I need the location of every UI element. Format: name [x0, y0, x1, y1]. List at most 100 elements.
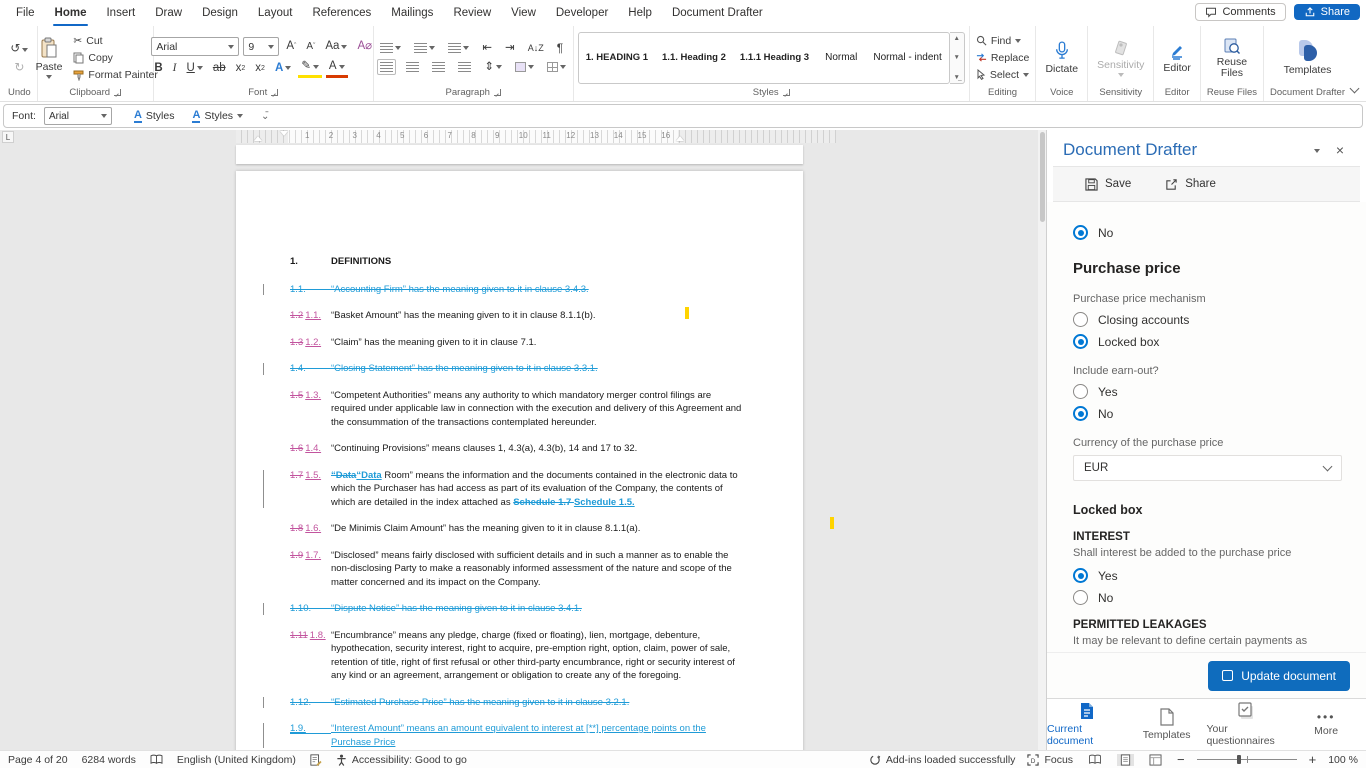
pane-menu-button[interactable] [1306, 144, 1328, 156]
decrease-indent-button[interactable]: ⇤ [479, 40, 495, 57]
track-changes-icon[interactable] [310, 753, 322, 766]
zoom-slider[interactable] [1196, 755, 1297, 764]
paste-button[interactable]: Paste [31, 35, 68, 81]
share-button[interactable]: Share [1293, 4, 1360, 20]
hanging-indent-marker[interactable] [254, 136, 262, 141]
ribbon-tab-references[interactable]: References [302, 0, 381, 26]
style-item-1-1-1-heading-3[interactable]: 1.1.1 Heading 3 [733, 52, 816, 63]
ribbon-tab-design[interactable]: Design [192, 0, 248, 26]
ribbon-tab-review[interactable]: Review [443, 0, 501, 26]
styles-dialog-launcher[interactable] [782, 89, 790, 96]
style-item-normal-indent[interactable]: Normal - indent [866, 52, 948, 63]
ribbon-tab-help[interactable]: Help [618, 0, 662, 26]
clear-formatting-button[interactable]: A⌀ [354, 38, 375, 55]
tab-current-document[interactable]: Current document [1047, 702, 1127, 747]
page-indicator[interactable]: Page 4 of 20 [8, 754, 68, 766]
print-layout-button[interactable] [1117, 753, 1135, 766]
quickbar-styles-dropdown[interactable]: A Styles [192, 109, 244, 123]
redo-icon[interactable]: ↻ [14, 60, 24, 74]
ribbon-tab-file[interactable]: File [6, 0, 45, 26]
align-center-button[interactable] [403, 62, 422, 72]
accessibility-status[interactable]: Accessibility: Good to go [336, 754, 467, 766]
radio-closing-accounts[interactable]: Closing accounts [1073, 312, 1342, 327]
pane-save-button[interactable]: Save [1085, 177, 1131, 191]
tab-your-questionnaires[interactable]: Your questionnaires [1207, 702, 1287, 747]
web-layout-button[interactable] [1146, 753, 1165, 766]
ribbon-tab-insert[interactable]: Insert [96, 0, 145, 26]
zoom-level[interactable]: 100 % [1328, 754, 1358, 766]
shrink-font-button[interactable]: Aˇ [303, 38, 318, 55]
radio-yes[interactable]: Yes [1073, 384, 1342, 399]
ribbon-tab-developer[interactable]: Developer [546, 0, 618, 26]
text-effects-button[interactable]: A [272, 60, 294, 77]
quickbar-font-combo[interactable]: Arial [43, 107, 112, 125]
bold-button[interactable]: B [151, 60, 165, 77]
ribbon-tab-layout[interactable]: Layout [248, 0, 303, 26]
underline-button[interactable]: U [184, 60, 206, 77]
font-color-button[interactable]: A [325, 58, 348, 78]
proofing-icon[interactable] [150, 754, 163, 765]
document-scrollbar[interactable] [1038, 130, 1046, 750]
style-item-1-1-heading-2[interactable]: 1.1. Heading 2 [655, 52, 733, 63]
editor-button[interactable]: Editor [1158, 40, 1195, 76]
radio-no[interactable]: No [1073, 406, 1342, 421]
line-spacing-button[interactable]: ⇕ [481, 59, 505, 76]
paragraph-dialog-launcher[interactable] [493, 89, 501, 96]
multilevel-list-button[interactable] [445, 43, 472, 53]
zoom-out-button[interactable]: − [1177, 752, 1185, 767]
zoom-slider-handle[interactable] [1236, 755, 1241, 764]
collapse-ribbon-button[interactable] [1349, 79, 1364, 101]
ribbon-tab-mailings[interactable]: Mailings [381, 0, 443, 26]
reuse-files-button[interactable]: Reuse Files [1205, 35, 1259, 81]
right-indent-marker[interactable] [676, 136, 684, 141]
ribbon-tab-home[interactable]: Home [45, 0, 97, 26]
tab-templates[interactable]: Templates [1127, 708, 1207, 741]
tab-more[interactable]: ••• More [1286, 711, 1366, 737]
font-dialog-launcher[interactable] [271, 89, 279, 96]
align-left-button[interactable] [377, 59, 397, 75]
shading-button[interactable] [512, 62, 537, 72]
dictate-button[interactable]: Dictate [1040, 39, 1083, 77]
ribbon-tab-view[interactable]: View [501, 0, 546, 26]
addins-status[interactable]: Add-ins loaded successfully [869, 754, 1015, 766]
pane-share-button[interactable]: Share [1165, 178, 1216, 191]
radio-yes[interactable]: Yes [1073, 568, 1342, 583]
document-area[interactable]: L 1 2 3 4 5 6 7 8 9 10 11 12 13 14 15 16 1. DEFINITIONS 1… [0, 130, 1046, 750]
select-button[interactable]: Select [974, 68, 1031, 82]
find-button[interactable]: Find [974, 34, 1023, 48]
copy-button[interactable]: Copy [71, 51, 115, 65]
update-document-button[interactable]: Update document [1208, 660, 1350, 691]
ribbon-tab-draw[interactable]: Draw [145, 0, 192, 26]
quickbar-styles-button[interactable]: A Styles [133, 109, 174, 123]
grow-font-button[interactable]: Aˆ [283, 38, 299, 55]
read-mode-button[interactable] [1085, 754, 1105, 765]
templates-button[interactable]: Templates [1279, 38, 1337, 78]
clipboard-dialog-launcher[interactable] [114, 89, 122, 96]
undo-icon[interactable]: ↺ [10, 41, 29, 55]
superscript-button[interactable]: x2 [252, 60, 268, 77]
justify-button[interactable] [455, 62, 474, 72]
radio-locked-box[interactable]: Locked box [1073, 334, 1342, 349]
language-indicator[interactable]: English (United Kingdom) [177, 754, 296, 766]
numbering-button[interactable] [411, 43, 438, 53]
font-name-combo[interactable]: Arial [151, 37, 240, 56]
first-line-indent-marker[interactable] [280, 131, 288, 136]
comments-button[interactable]: Comments [1195, 3, 1286, 21]
document-page[interactable]: 1. DEFINITIONS 1.1. “Accounting Firm” has t… [236, 171, 803, 750]
focus-button[interactable]: D Focus [1027, 754, 1073, 766]
pane-close-button[interactable]: × [1328, 142, 1352, 158]
styles-gallery-scroll[interactable]: ▲ ▼ ▼̲ [949, 31, 965, 84]
style-item-1-heading-1[interactable]: 1. HEADING 1 [579, 52, 655, 63]
show-marks-button[interactable]: ¶ [554, 40, 566, 57]
overflow-icon[interactable]: ⌄̄ [261, 111, 269, 122]
word-count[interactable]: 6284 words [82, 754, 136, 766]
radio-no[interactable]: No [1073, 590, 1342, 605]
radio-no[interactable]: No [1073, 225, 1342, 240]
zoom-in-button[interactable]: + [1309, 752, 1317, 767]
strikethrough-button[interactable]: ab [210, 60, 229, 77]
sort-button[interactable]: A↓Z [525, 40, 547, 57]
replace-button[interactable]: Replace [974, 51, 1032, 65]
text-highlight-button[interactable]: ✎ [298, 58, 322, 78]
style-item-normal[interactable]: Normal [816, 52, 866, 63]
align-right-button[interactable] [429, 62, 448, 72]
